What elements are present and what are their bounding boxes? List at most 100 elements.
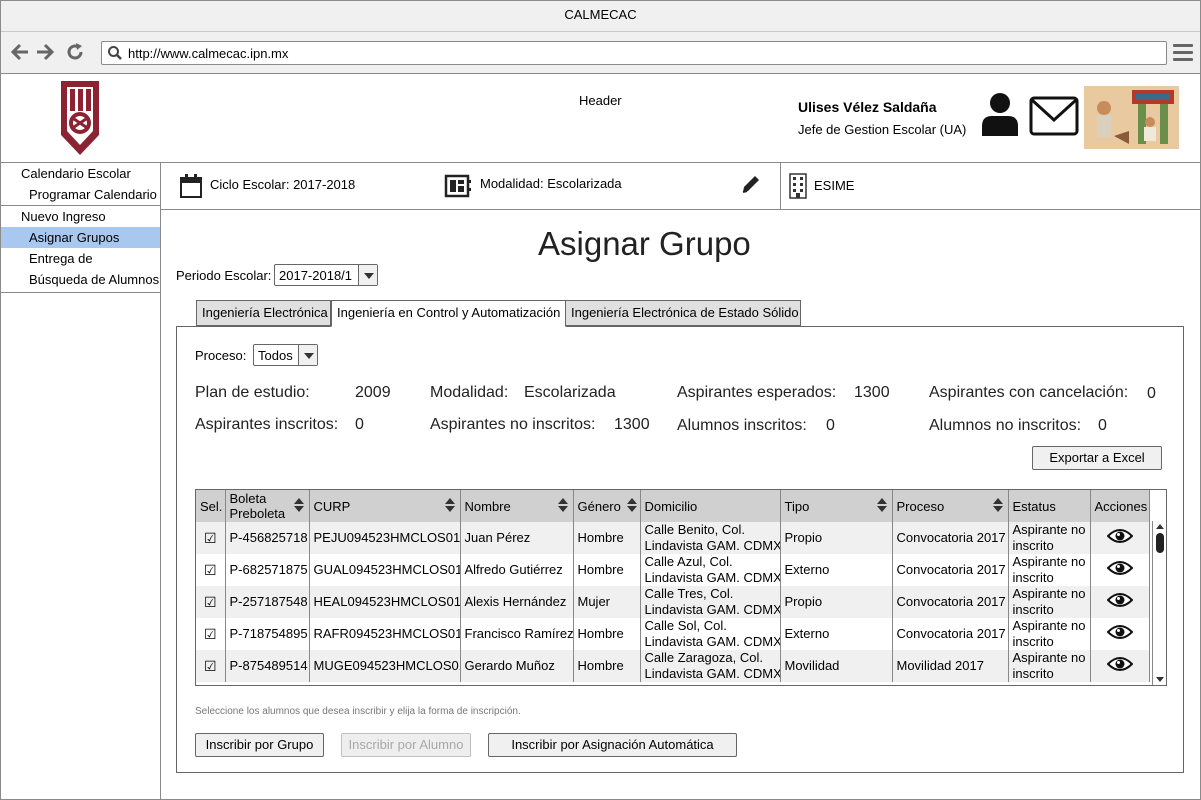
estatus-line: Aspirante no <box>1012 522 1086 537</box>
cell-curp: PEJU094523HMCLOS01 <box>309 522 461 554</box>
alu-no-inscritos-value: 0 <box>1098 417 1107 434</box>
eye-icon <box>1106 657 1133 671</box>
tab-ingenieria-control[interactable]: Ingeniería en Control y Automatización <box>331 300 566 327</box>
view-action[interactable] <box>1090 618 1150 650</box>
table-scrollbar[interactable] <box>1152 521 1166 685</box>
sidebar-item-calendario-escolar[interactable]: Calendario Escolar <box>1 163 160 184</box>
sort-icon[interactable] <box>992 498 1003 512</box>
sidebar-item-entrega-de[interactable]: Entrega de <box>1 248 160 269</box>
cell-curp: GUAL094523HMCLOS01 <box>309 554 461 586</box>
estatus-line: Aspirante no <box>1012 554 1086 569</box>
view-action[interactable] <box>1090 522 1150 554</box>
col-header-nombre[interactable]: Nombre <box>460 490 574 522</box>
cell-nombre: Alfredo Gutiérrez <box>460 554 574 586</box>
alu-inscritos-value: 0 <box>826 417 835 434</box>
cell-estatus: Aspirante no inscrito <box>1008 586 1091 618</box>
scroll-down-icon[interactable] <box>1156 677 1164 682</box>
asp-inscritos-value: 0 <box>355 416 364 433</box>
sort-icon[interactable] <box>557 498 568 512</box>
sort-icon[interactable] <box>626 498 637 512</box>
cell-genero: Hombre <box>573 554 641 586</box>
cell-domicilio: Calle Tres, Col. Lindavista GAM. CDMX <box>640 586 781 618</box>
col-header-domicilio: Domicilio <box>640 490 781 522</box>
arrow-right-icon[interactable] <box>34 40 56 64</box>
domicilio-line: Lindavista GAM. CDMX <box>644 570 780 585</box>
alu-no-inscritos-label: Alumnos no inscritos: <box>929 417 1082 434</box>
scroll-up-icon[interactable] <box>1156 524 1164 529</box>
table-row[interactable]: ☑ P-257187548 HEAL094523HMCLOS01 Alexis … <box>196 586 1150 618</box>
cell-nombre: Alexis Hernández <box>460 586 574 618</box>
col-header-genero[interactable]: Género <box>573 490 641 522</box>
view-action[interactable] <box>1090 650 1150 682</box>
cell-proceso: Convocatoria 2017 <box>892 586 1009 618</box>
domicilio-line: Calle Zaragoza, Col. <box>644 650 764 665</box>
periodo-label: Periodo Escolar: <box>176 268 272 283</box>
row-checkbox[interactable]: ☑ <box>196 522 226 554</box>
table-row[interactable]: ☑ P-682571875 GUAL094523HMCLOS01 Alfredo… <box>196 554 1150 586</box>
col-header-boleta-label: Boleta Preboleta <box>229 491 286 521</box>
row-checkbox[interactable]: ☑ <box>196 618 226 650</box>
estatus-line: Aspirante no <box>1012 650 1086 665</box>
app-header: Header Ulises Vélez Saldaña Jefe de Gest… <box>1 74 1200 163</box>
inscribir-por-grupo-button[interactable]: Inscribir por Grupo <box>195 733 324 757</box>
domicilio-line: Calle Azul, Col. <box>644 554 733 569</box>
asp-no-inscritos-label: Aspirantes no inscritos: <box>430 416 596 433</box>
table-row[interactable]: ☑ P-718754895 RAFR094523HMCLOS01 Francis… <box>196 618 1150 650</box>
row-checkbox[interactable]: ☑ <box>196 586 226 618</box>
sidebar-item-busqueda-de-alumnos[interactable]: Búsqueda de Alumnos <box>1 269 160 290</box>
modalidad-value: Escolarizada <box>524 384 616 401</box>
hamburger-menu-icon[interactable] <box>1173 44 1193 62</box>
chevron-down-icon <box>358 265 377 285</box>
sidebar-divider <box>1 292 160 293</box>
col-header-proceso[interactable]: Proceso <box>892 490 1009 522</box>
arrow-left-icon[interactable] <box>9 40 31 64</box>
tab-estado-solido[interactable]: Ingeniería Electrónica de Estado Sólido <box>565 300 801 326</box>
view-action[interactable] <box>1090 586 1150 618</box>
alu-inscritos-label: Alumnos inscritos: <box>677 417 807 434</box>
row-checkbox[interactable]: ☑ <box>196 554 226 586</box>
sidebar-item-programar-calendario[interactable]: Programar Calendario <box>1 184 160 205</box>
user-role: Jefe de Gestion Escolar (UA) <box>798 122 967 137</box>
col-header-curp[interactable]: CURP <box>309 490 461 522</box>
scroll-thumb[interactable] <box>1156 533 1164 553</box>
tab-ingenieria-electronica[interactable]: Ingeniería Electrónica <box>196 300 331 326</box>
esperados-label: Aspirantes esperados: <box>677 384 837 401</box>
user-icon[interactable] <box>981 92 1019 136</box>
sidebar-item-asignar-grupos[interactable]: Asignar Grupos <box>1 227 160 248</box>
mail-icon[interactable] <box>1029 96 1079 136</box>
cell-estatus: Aspirante no inscrito <box>1008 554 1091 586</box>
domicilio-line: Lindavista GAM. CDMX <box>644 666 780 681</box>
view-action[interactable] <box>1090 554 1150 586</box>
sort-icon[interactable] <box>293 498 304 512</box>
inscribir-por-alumno-button[interactable]: Inscribir por Alumno <box>341 733 471 757</box>
row-checkbox[interactable]: ☑ <box>196 650 226 682</box>
pencil-icon[interactable] <box>740 173 762 198</box>
domicilio-line: Lindavista GAM. CDMX <box>644 634 780 649</box>
col-header-acciones: Acciones <box>1090 490 1150 522</box>
calendar-icon <box>179 173 203 202</box>
aztec-codex-image <box>1084 86 1179 149</box>
window-title: CALMECAC <box>1 1 1200 32</box>
table-row[interactable]: ☑ P-456825718 PEJU094523HMCLOS01 Juan Pé… <box>196 522 1150 554</box>
estatus-line: inscrito <box>1012 666 1054 681</box>
table-row[interactable]: ☑ P-875489514 MUGE094523HMCLOS01 Gerardo… <box>196 650 1150 682</box>
periodo-select[interactable]: 2017-2018/1 <box>274 264 378 286</box>
cancelacion-value: 0 <box>1147 385 1156 402</box>
sidebar: Calendario Escolar Programar Calendario … <box>1 163 161 799</box>
estatus-line: Aspirante no <box>1012 586 1086 601</box>
cell-nombre: Gerardo Muñoz <box>460 650 574 682</box>
inscribir-automatica-button[interactable]: Inscribir por Asignación Automática <box>488 733 737 757</box>
reload-icon[interactable] <box>64 40 86 64</box>
esperados-value: 1300 <box>854 384 890 401</box>
proceso-select[interactable]: Todos <box>253 344 318 366</box>
col-header-tipo[interactable]: Tipo <box>780 490 893 522</box>
url-bar[interactable]: http://www.calmecac.ipn.mx <box>101 41 1167 65</box>
sort-icon[interactable] <box>444 498 455 512</box>
sort-icon[interactable] <box>876 498 887 512</box>
proceso-value: Todos <box>258 348 293 363</box>
cell-tipo: Externo <box>780 554 893 586</box>
export-excel-button[interactable]: Exportar a Excel <box>1032 446 1162 470</box>
sidebar-item-nuevo-ingreso[interactable]: Nuevo Ingreso <box>1 206 160 227</box>
domicilio-line: Calle Sol, Col. <box>644 618 727 633</box>
col-header-boleta[interactable]: Boleta Preboleta <box>225 490 310 522</box>
